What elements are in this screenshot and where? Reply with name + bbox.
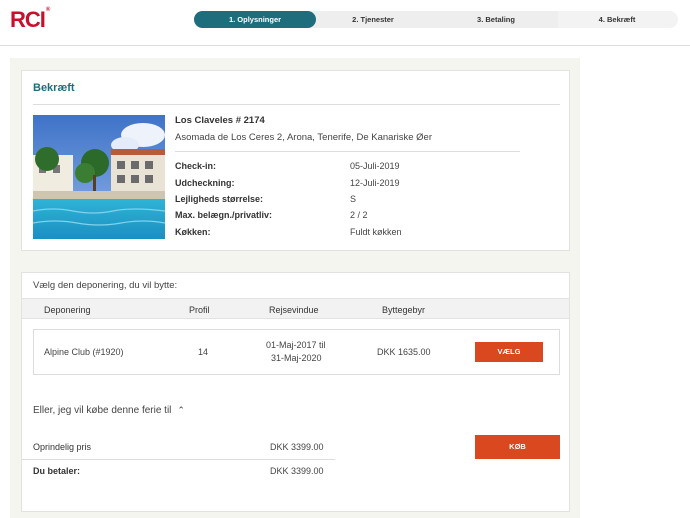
kitchen-value: Fuldt køkken xyxy=(350,227,402,237)
rci-logo[interactable]: RCI® xyxy=(10,7,51,33)
pay-label: Du betaler: xyxy=(33,466,81,476)
deposit-window-end: 31-Maj-2020 xyxy=(271,353,322,363)
original-price-value: DKK 3399.00 xyxy=(270,442,324,452)
checkout-label: Udcheckning: xyxy=(175,178,235,188)
col-rejsevindue: Rejsevindue xyxy=(269,305,319,315)
col-profil: Profil xyxy=(189,305,210,315)
resort-photo xyxy=(33,115,165,239)
table-row: Alpine Club (#1920) 14 01-Maj-2017 til 3… xyxy=(33,329,560,375)
step-betaling: 3. Betaling xyxy=(434,11,558,28)
deposit-profile: 14 xyxy=(198,347,209,357)
kitchen-label: Køkken: xyxy=(175,227,211,237)
divider xyxy=(175,151,520,152)
checkin-value: 05-Juli-2019 xyxy=(350,161,400,171)
step-oplysninger: 1. Oplysninger xyxy=(194,11,316,28)
deposit-name: Alpine Club (#1920) xyxy=(44,347,124,357)
chevron-up-icon: ⌃ xyxy=(177,405,185,415)
pay-value: DKK 3399.00 xyxy=(270,466,324,476)
occupancy-value: 2 / 2 xyxy=(350,210,368,220)
divider xyxy=(33,104,560,105)
resort-address: Asomada de Los Ceres 2, Arona, Tenerife,… xyxy=(175,132,432,143)
occupancy-label: Max. belægn./privatliv: xyxy=(175,210,273,220)
buy-toggle-label: Eller, jeg vil købe denne ferie til xyxy=(33,405,172,416)
col-byttegebyr: Byttegebyr xyxy=(382,305,426,315)
top-header: RCI® 4. Bekræft 3. Betaling 2. Tjenester… xyxy=(0,0,690,46)
resort-name: Los Claveles # 2174 xyxy=(175,115,265,126)
deposit-window-start: 01-Maj-2017 til xyxy=(266,340,326,350)
unit-size-label: Lejligheds størrelse: xyxy=(175,194,264,204)
select-deposit-button[interactable]: VÆLG xyxy=(475,342,543,362)
progress-steps: 4. Bekræft 3. Betaling 2. Tjenester 1. O… xyxy=(194,11,678,28)
deposit-card: Vælg den deponering, du vil bytte: Depon… xyxy=(21,272,570,512)
unit-size-value: S xyxy=(350,194,357,204)
card-title: Bekræft xyxy=(33,82,75,94)
confirm-card: Bekræft Los Claveles # 2174 Asomada de L… xyxy=(21,70,570,251)
logo-text: RCI xyxy=(10,7,46,32)
step-bekraeft: 4. Bekræft xyxy=(556,11,678,28)
divider xyxy=(22,459,335,460)
checkout-value: 12-Juli-2019 xyxy=(350,178,400,188)
original-price-label: Oprindelig pris xyxy=(33,442,92,452)
buy-button[interactable]: KØB xyxy=(475,435,560,459)
deposit-table-header: Deponering Profil Rejsevindue Byttegebyr xyxy=(22,298,569,319)
buy-toggle[interactable]: Eller, jeg vil købe denne ferie til ⌃ xyxy=(33,405,185,416)
col-deponering: Deponering xyxy=(44,305,91,315)
step-tjenester: 2. Tjenester xyxy=(308,11,438,28)
deposit-fee: DKK 1635.00 xyxy=(377,347,431,357)
deposit-intro: Vælg den deponering, du vil bytte: xyxy=(33,280,178,291)
logo-registered-mark: ® xyxy=(45,7,51,13)
checkin-label: Check-in: xyxy=(175,161,217,171)
